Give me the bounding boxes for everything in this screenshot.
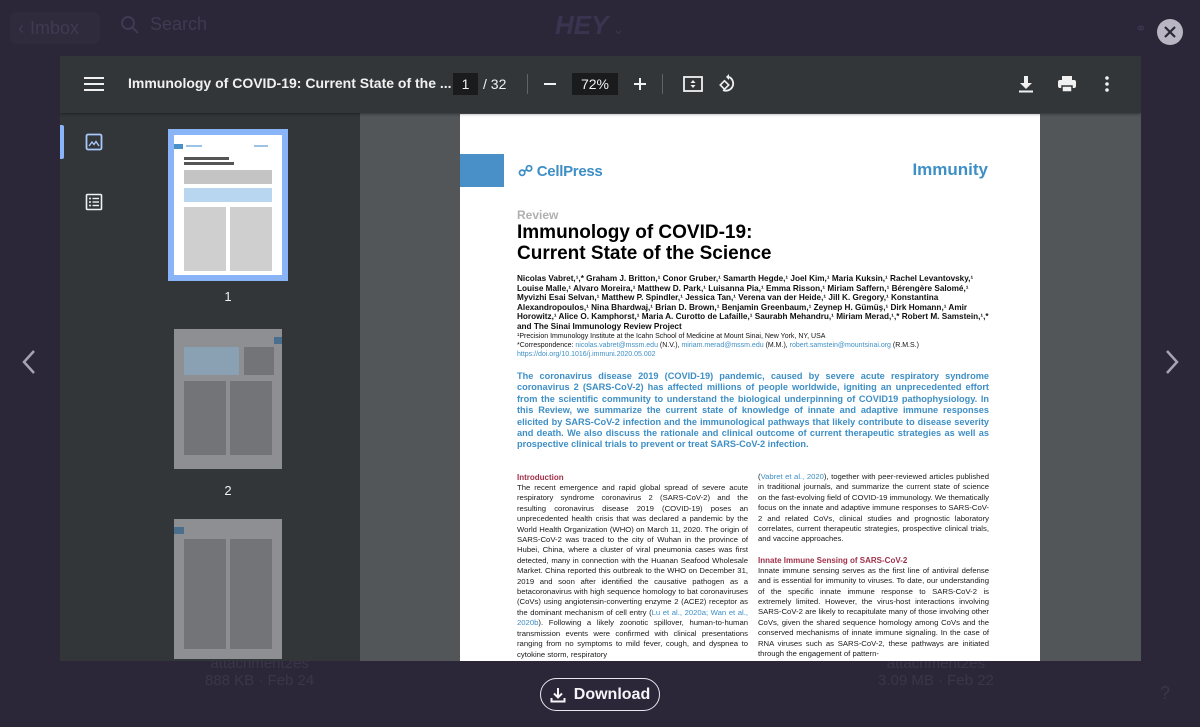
thumbnail-image xyxy=(168,323,288,475)
pdf-viewer: Immunology of COVID-19: Current State of… xyxy=(60,56,1141,661)
rotate-button[interactable] xyxy=(716,72,740,96)
correspondence: *Correspondence: nicolas.vabret@mssm.edu… xyxy=(517,341,919,349)
outline-icon xyxy=(85,193,103,211)
thumbnail-sidebar: 1 2 xyxy=(60,113,360,661)
menu-icon xyxy=(84,77,104,91)
document-title: Immunology of COVID-19: Current State of… xyxy=(128,75,452,91)
back-to-imbox-button: ‹ Imbox xyxy=(10,12,100,44)
email-link[interactable]: nicolas.vabret@mssm.edu xyxy=(575,342,658,349)
page-thumbnail[interactable]: 1 xyxy=(168,129,288,304)
download-icon xyxy=(1019,76,1033,93)
thumbnail-image xyxy=(168,129,288,281)
download-icon xyxy=(550,687,566,702)
thumbnail-image xyxy=(168,513,288,661)
background-search: Search xyxy=(120,14,207,35)
search-icon xyxy=(121,15,139,34)
body-text: The recent emergence and rapid global sp… xyxy=(517,483,749,659)
zoom-out-icon xyxy=(544,83,556,85)
cellpress-color-bar xyxy=(460,154,504,187)
page-count: / 32 xyxy=(483,76,507,92)
cellpress-link-icon: ☍ xyxy=(518,163,533,180)
background-header: ‹ Imbox Search HEY ⌄ ⚭ xyxy=(0,0,1200,56)
zoom-level-input[interactable]: 72% xyxy=(572,73,618,95)
zoom-in-button[interactable] xyxy=(628,72,652,96)
print-icon xyxy=(1058,76,1076,93)
email-link[interactable]: robert.samstein@mountsinai.org xyxy=(790,342,891,349)
close-icon xyxy=(1164,26,1176,38)
download-button[interactable] xyxy=(1014,72,1038,96)
hey-logo: HEY ⌄ xyxy=(555,10,625,40)
chevron-down-icon: ⌄ xyxy=(612,21,625,37)
fit-to-page-button[interactable] xyxy=(681,72,705,96)
previous-attachment-button[interactable] xyxy=(14,340,44,384)
toolbar-divider xyxy=(527,74,528,94)
thumbnails-icon xyxy=(85,133,103,151)
chevron-left-icon xyxy=(22,350,35,374)
section-heading: Innate Immune Sensing of SARS-CoV-2 xyxy=(758,555,908,565)
chevron-right-icon xyxy=(1166,350,1179,374)
download-label: Download xyxy=(573,685,651,703)
affiliation: ¹Precision Immunology Institute at the I… xyxy=(517,332,826,340)
left-column: Introduction The recent emergence and ra… xyxy=(517,472,748,660)
pdf-toolbar: Immunology of COVID-19: Current State of… xyxy=(60,56,1141,113)
article-title: Immunology of COVID-19: Current State of… xyxy=(517,222,772,264)
article-type: Review xyxy=(517,208,559,222)
journal-name: Immunity xyxy=(912,160,988,179)
chevron-left-icon: ‹ xyxy=(18,17,24,38)
thumbnail-page-number: 1 xyxy=(224,289,232,304)
menu-button[interactable] xyxy=(84,74,104,94)
cellpress-logo: ☍ CellPress xyxy=(518,163,603,180)
abstract: The coronavirus disease 2019 (COVID-19) … xyxy=(517,371,989,450)
outline-view-button[interactable] xyxy=(85,193,103,211)
email-link[interactable]: miriam.merad@mssm.edu xyxy=(681,342,763,349)
pdf-page: ☍ CellPress Immunity Review Immunology o… xyxy=(460,114,1040,661)
page-thumbnail[interactable]: 2 xyxy=(168,323,288,498)
help-icon: ? xyxy=(1160,683,1171,703)
more-actions-button[interactable] xyxy=(1095,72,1119,96)
active-view-indicator xyxy=(60,125,64,159)
rotate-icon xyxy=(719,74,735,92)
download-attachment-button[interactable]: Download xyxy=(540,678,660,711)
back-label: Imbox xyxy=(30,17,80,38)
toolbar-divider xyxy=(662,74,663,94)
search-label: Search xyxy=(150,14,208,34)
body-text: Innate immune sensing serves as the firs… xyxy=(758,565,989,659)
zoom-out-button[interactable] xyxy=(538,72,562,96)
page-thumbnail[interactable] xyxy=(168,513,288,661)
more-icon xyxy=(1105,76,1109,92)
print-button[interactable] xyxy=(1055,72,1079,96)
page-number-input[interactable]: 1 xyxy=(453,73,478,95)
zoom-in-icon xyxy=(634,78,646,90)
author-list: Nicolas Vabret,¹,* Graham J. Britton,¹ C… xyxy=(517,274,992,359)
body-text: (Vabret et al., 2020), together with pee… xyxy=(758,472,989,544)
fit-page-icon xyxy=(683,76,703,92)
link-icon: ⚭ xyxy=(1135,20,1147,36)
next-attachment-button[interactable] xyxy=(1157,340,1187,384)
thumbnail-page-number: 2 xyxy=(224,483,232,498)
right-column: (Vabret et al., 2020), together with pee… xyxy=(758,472,989,660)
close-button[interactable] xyxy=(1157,19,1183,45)
citation-link[interactable]: Vabret et al., 2020 xyxy=(761,472,824,481)
doi-link[interactable]: https://doi.org/10.1016/j.immuni.2020.05… xyxy=(517,350,992,359)
section-heading: Introduction xyxy=(517,473,564,482)
thumbnails-view-button[interactable] xyxy=(85,133,103,151)
